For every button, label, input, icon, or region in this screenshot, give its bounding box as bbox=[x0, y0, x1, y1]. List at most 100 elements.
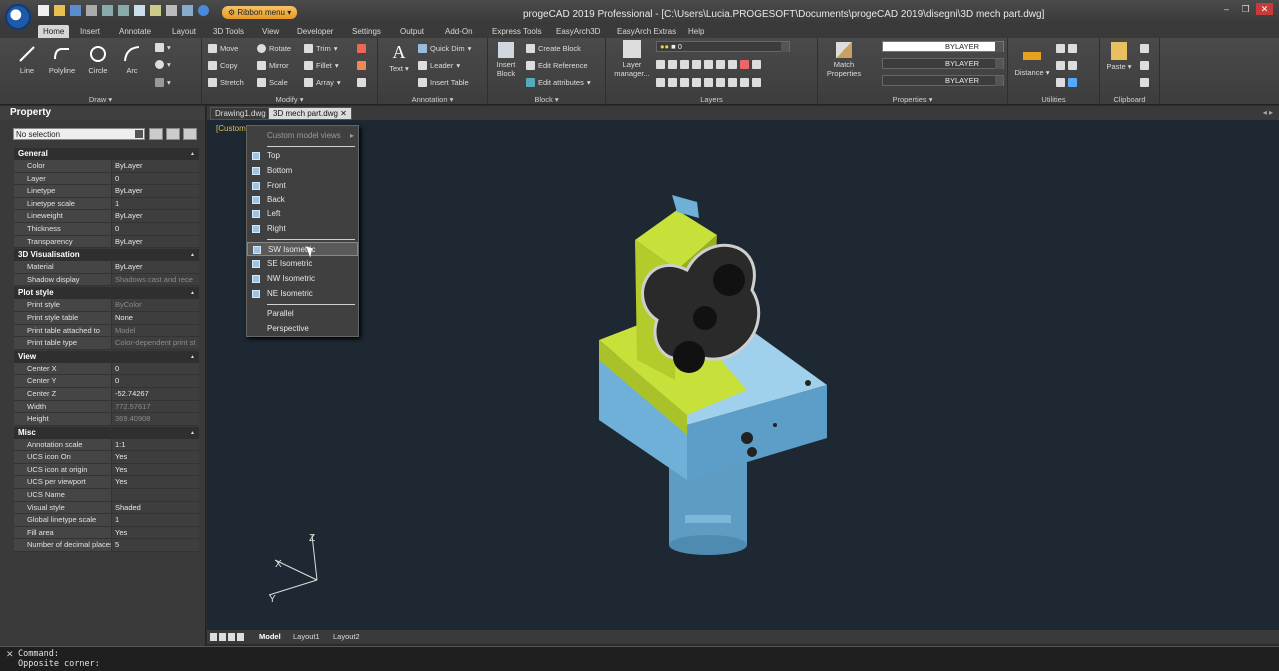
property-row[interactable]: Visual style Shaded bbox=[14, 501, 199, 515]
property-value[interactable]: ByLayer bbox=[112, 160, 199, 172]
print-icon[interactable] bbox=[86, 5, 97, 16]
leader-button[interactable]: Leader ▾ bbox=[418, 59, 460, 71]
layers-icon[interactable] bbox=[150, 5, 161, 16]
color-combo[interactable]: BYLAYER bbox=[882, 41, 1004, 52]
doc-tab-drawing1[interactable]: Drawing1.dwg bbox=[210, 107, 271, 120]
property-value[interactable]: ByLayer bbox=[112, 261, 199, 273]
tab-easyarch3d[interactable]: EasyArch3D bbox=[551, 25, 605, 38]
ctx-parallel[interactable]: Parallel bbox=[247, 307, 358, 321]
property-value[interactable]: 1 bbox=[112, 197, 199, 210]
circle-button[interactable]: Circle bbox=[82, 44, 114, 75]
property-row[interactable]: UCS per viewport Yes bbox=[14, 476, 199, 490]
move-button[interactable]: Move bbox=[208, 42, 238, 54]
properties-icon[interactable] bbox=[166, 5, 177, 16]
ctx-view-left[interactable]: Left bbox=[247, 207, 358, 221]
first-layout-icon[interactable] bbox=[210, 633, 217, 641]
property-row[interactable]: Shadow display Shadows cast and rece bbox=[14, 273, 199, 287]
prev-layout-icon[interactable] bbox=[219, 633, 226, 641]
ellipse-tool[interactable]: ▾ bbox=[155, 58, 171, 70]
distance-button[interactable]: Distance ▾ bbox=[1014, 44, 1050, 77]
properties-panel-title[interactable]: Properties ▾ bbox=[818, 95, 1007, 104]
next-layout-icon[interactable] bbox=[228, 633, 235, 641]
copy-clip-icon[interactable] bbox=[1140, 59, 1149, 71]
erase-icon[interactable] bbox=[357, 42, 366, 54]
rectangle-tool[interactable]: ▾ bbox=[155, 41, 171, 53]
property-value[interactable]: Yes bbox=[112, 526, 199, 539]
layer-tools-row-1[interactable] bbox=[656, 58, 761, 70]
ctx-perspective[interactable]: Perspective bbox=[247, 322, 358, 336]
stretch-button[interactable]: Stretch bbox=[208, 76, 244, 88]
last-layout-icon[interactable] bbox=[237, 633, 244, 641]
property-row[interactable]: Linetype ByLayer bbox=[14, 185, 199, 198]
property-value[interactable]: Model bbox=[112, 324, 199, 337]
draw-panel-title[interactable]: Draw ▾ bbox=[0, 95, 201, 104]
utility-tools-row-3[interactable] bbox=[1056, 76, 1077, 88]
edit-attributes-button[interactable]: Edit attributes ▾ bbox=[526, 76, 591, 88]
command-line[interactable]: ✕ Command: Opposite corner: bbox=[0, 646, 1279, 671]
zoom-icon[interactable] bbox=[134, 5, 145, 16]
property-value[interactable]: 772.57617 bbox=[112, 400, 199, 413]
layout-tab-layout2[interactable]: Layout2 bbox=[333, 631, 360, 643]
property-value[interactable]: ByLayer bbox=[112, 235, 199, 248]
quick-dim-button[interactable]: Quick Dim ▾ bbox=[418, 42, 471, 54]
property-row[interactable]: Width 772.57617 bbox=[14, 400, 199, 414]
ctx-view-right[interactable]: Right bbox=[247, 222, 358, 236]
lineweight-combo[interactable]: BYLAYER bbox=[882, 75, 1004, 86]
property-value[interactable]: Yes bbox=[112, 476, 199, 489]
ctx-view-ne-isometric[interactable]: NE Isometric bbox=[247, 287, 358, 301]
utility-tools-row-2[interactable] bbox=[1056, 59, 1077, 71]
ctx-view-sw-isometric[interactable]: SW Isometric bbox=[247, 242, 358, 256]
tab-view[interactable]: View bbox=[257, 25, 284, 38]
command-close-icon[interactable]: ✕ bbox=[6, 649, 14, 660]
property-row[interactable]: Height 369.40908 bbox=[14, 413, 199, 426]
tab-home[interactable]: Home bbox=[38, 25, 70, 38]
linetype-combo[interactable]: BYLAYER bbox=[882, 58, 1004, 69]
quick-select-icon[interactable] bbox=[149, 128, 163, 140]
explode-icon[interactable] bbox=[357, 59, 366, 71]
property-row[interactable]: Linetype scale 1 bbox=[14, 197, 199, 211]
property-value[interactable]: 5 bbox=[112, 539, 199, 552]
paste-button[interactable]: Paste ▾ bbox=[1104, 42, 1134, 71]
layer-combo[interactable]: ●● ■ 0 bbox=[656, 41, 790, 52]
property-value[interactable]: 1 bbox=[112, 514, 199, 526]
property-value[interactable]: Yes bbox=[112, 463, 199, 476]
cut-icon[interactable] bbox=[1140, 42, 1149, 54]
tab-layout[interactable]: Layout bbox=[167, 25, 201, 38]
layer-manager-button[interactable]: Layer manager... bbox=[612, 40, 652, 78]
restore-icon[interactable]: ❐ bbox=[1237, 3, 1254, 15]
property-value[interactable]: Shadows cast and rece bbox=[112, 273, 199, 286]
fillet-button[interactable]: Fillet ▾ bbox=[304, 59, 339, 71]
selection-dropdown[interactable]: No selection bbox=[13, 128, 145, 140]
open-icon[interactable] bbox=[54, 5, 65, 16]
close-tab-icon[interactable]: ✕ bbox=[340, 109, 347, 118]
ribbon-menu-button[interactable]: ⚙ Ribbon menu ▾ bbox=[222, 6, 298, 19]
annotation-panel-title[interactable]: Annotation ▾ bbox=[378, 95, 487, 104]
property-row[interactable]: Print style table None bbox=[14, 311, 199, 325]
tab-annotate[interactable]: Annotate bbox=[114, 25, 156, 38]
create-block-button[interactable]: Create Block bbox=[526, 42, 581, 54]
ctx-view-se-isometric[interactable]: SE Isometric bbox=[247, 257, 358, 271]
property-row[interactable]: Global linetype scale 1 bbox=[14, 514, 199, 527]
ctx-view-nw-isometric[interactable]: NW Isometric bbox=[247, 272, 358, 286]
property-section-header[interactable]: General bbox=[14, 148, 199, 160]
property-row[interactable]: Material ByLayer bbox=[14, 261, 199, 274]
property-row[interactable]: Transparency ByLayer bbox=[14, 235, 199, 249]
block-panel-title[interactable]: Block ▾ bbox=[488, 95, 605, 104]
tab-output[interactable]: Output bbox=[395, 25, 429, 38]
tab-settings[interactable]: Settings bbox=[347, 25, 386, 38]
select-objects-icon[interactable] bbox=[166, 128, 180, 140]
tab-insert[interactable]: Insert bbox=[75, 25, 105, 38]
ctx-custom-model-views[interactable]: Custom model views ▸ bbox=[247, 129, 358, 143]
property-value[interactable] bbox=[112, 489, 199, 501]
layout-tab-layout1[interactable]: Layout1 bbox=[293, 631, 320, 643]
modify-panel-title[interactable]: Modify ▾ bbox=[202, 95, 377, 104]
mirror-button[interactable]: Mirror bbox=[257, 59, 289, 71]
property-value[interactable]: 1:1 bbox=[112, 438, 199, 451]
property-row[interactable]: Center Z -52.74267 bbox=[14, 387, 199, 401]
property-value[interactable]: ByLayer bbox=[112, 185, 199, 197]
layer-tools-row-2[interactable] bbox=[656, 76, 761, 88]
line-button[interactable]: Line bbox=[12, 44, 42, 75]
property-row[interactable]: Print style ByColor bbox=[14, 299, 199, 312]
property-row[interactable]: UCS Name bbox=[14, 489, 199, 502]
property-row[interactable]: Center X0 bbox=[14, 362, 199, 376]
